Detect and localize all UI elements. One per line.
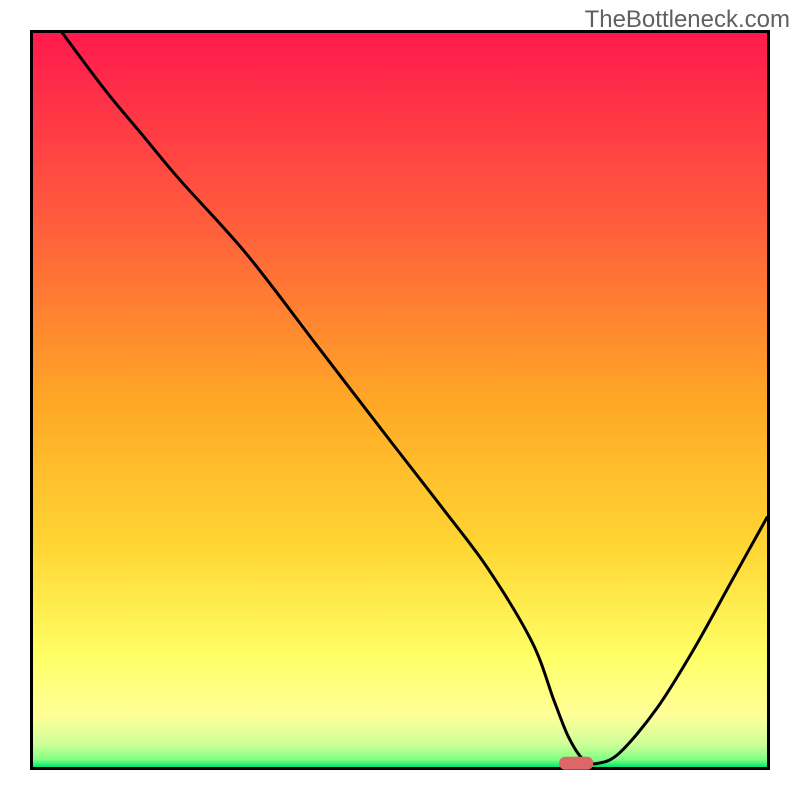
plot-area bbox=[32, 32, 769, 770]
gradient-background bbox=[33, 33, 767, 767]
optimal-marker bbox=[559, 757, 593, 770]
chart-container: TheBottleneck.com bbox=[0, 0, 800, 800]
watermark-text: TheBottleneck.com bbox=[585, 6, 790, 34]
chart-svg bbox=[0, 0, 800, 800]
